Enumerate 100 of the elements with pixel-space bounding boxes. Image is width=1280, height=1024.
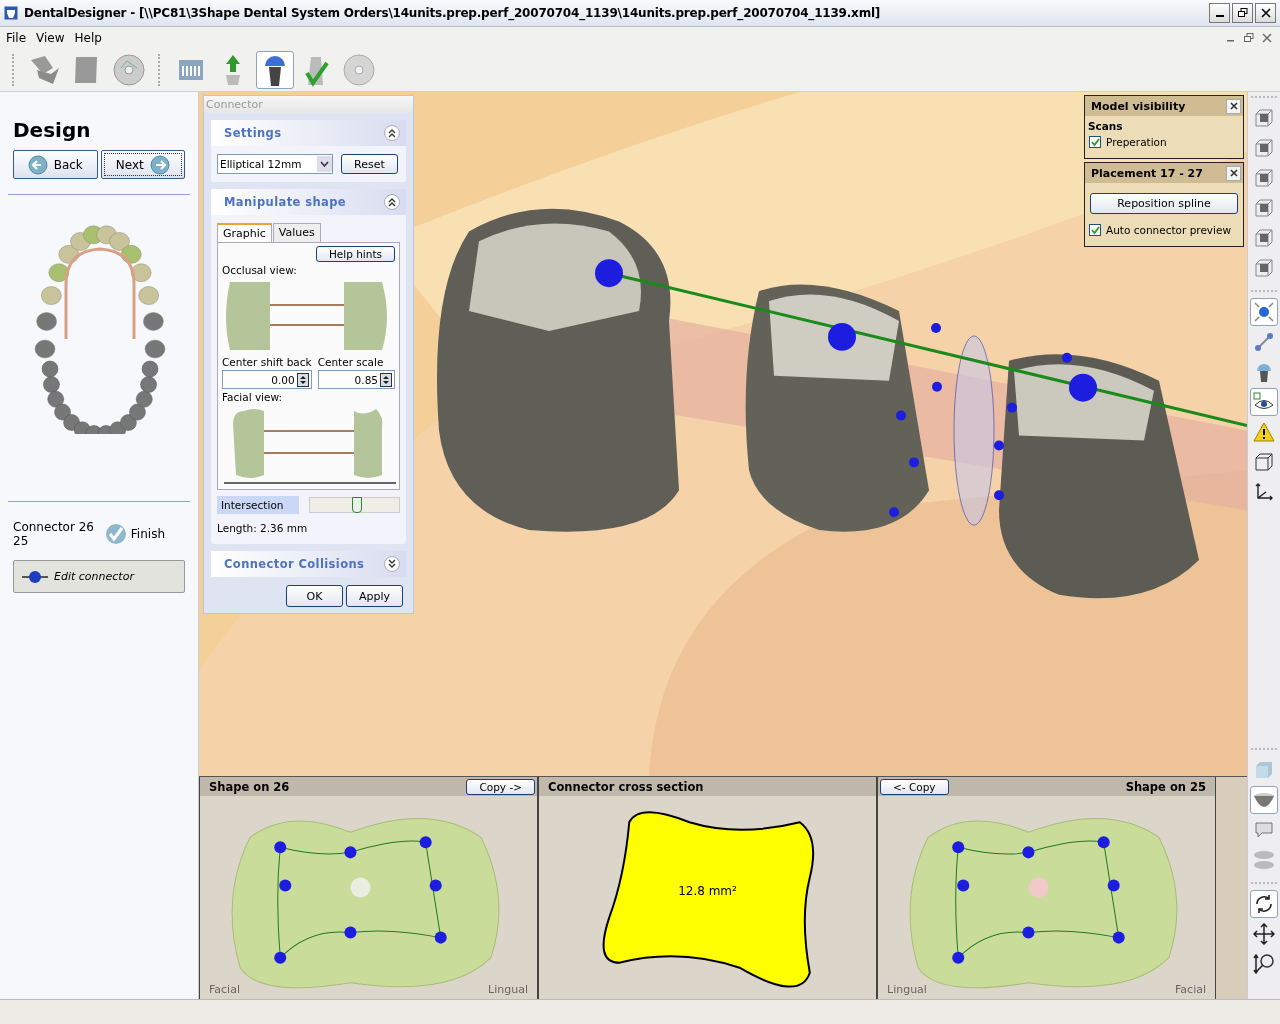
checkbox[interactable] (1089, 224, 1101, 236)
menu-item[interactable]: Help (74, 31, 102, 45)
window-title: DentalDesigner - [\\PC81\3Shape Dental System Orders\14units.prep.perf_20070704_1139\14units.prep.perf_20070704_1139.xml] (24, 6, 882, 20)
ok-button[interactable]: OK (286, 585, 343, 607)
panel-title: Connector cross section (548, 779, 704, 794)
axes-icon (1254, 482, 1274, 502)
section-title: Settings (224, 126, 282, 140)
chevron-icon (387, 197, 397, 207)
minimize-button[interactable] (1209, 3, 1230, 23)
close-icon (1229, 102, 1238, 110)
center-shift-field[interactable]: 0.00 (222, 370, 312, 389)
warning-icon (1253, 422, 1275, 442)
tooth-crown-icon (1254, 361, 1274, 383)
checkbox-label: Preperation (1106, 136, 1167, 148)
chevron-icon (387, 559, 397, 569)
center-scale-field[interactable]: 0.85 (317, 370, 395, 389)
side-label: Lingual (488, 983, 528, 996)
bowl-icon (1253, 792, 1275, 808)
tab[interactable]: Values (272, 223, 321, 242)
intersection-slider[interactable] (309, 497, 400, 513)
disc-icon (343, 54, 375, 86)
center-shift-label: Center shift back (222, 356, 312, 368)
spin-arrows-icon (380, 372, 392, 387)
reposition-spline-button[interactable]: Reposition spline (1090, 193, 1238, 214)
checkmark-icon (104, 523, 127, 545)
side-label: Facial (1175, 983, 1206, 996)
disk-icon (1253, 849, 1275, 871)
reset-button[interactable]: Reset (341, 154, 398, 174)
section-title: Connector Collisions (224, 557, 365, 571)
view-tool-button[interactable] (1250, 890, 1278, 918)
expand-button[interactable] (384, 556, 400, 572)
facial-view-label: Facial view: (222, 391, 284, 403)
panel-title: Placement 17 - 27 (1091, 166, 1203, 180)
app-icon (4, 6, 18, 20)
center-scale-label: Center scale (317, 356, 385, 368)
zoom-fit-icon (1254, 302, 1274, 322)
cube-icon (1254, 228, 1274, 248)
panel-title: Connector (204, 96, 413, 113)
cube-icon (1254, 198, 1274, 218)
slider-thumb[interactable] (352, 497, 363, 513)
panel-title: Shape on 25 (1125, 779, 1206, 794)
connector-label: Connector 26 25 (13, 520, 95, 548)
cube-icon (1254, 138, 1274, 158)
arrow-right-icon (149, 154, 170, 175)
chevron-icon (387, 128, 397, 138)
group-label: Scans (1088, 120, 1124, 132)
close-icon (1260, 8, 1271, 18)
copy-button[interactable]: <- Copy (880, 778, 949, 795)
tab[interactable]: Graphic (217, 223, 272, 242)
occlusal-view-label: Occlusal view: (222, 264, 298, 276)
wireframe-cube-icon (1254, 452, 1274, 472)
checkbox[interactable] (1089, 136, 1101, 148)
collapse-button[interactable] (384, 125, 400, 141)
close-icon (1229, 169, 1238, 177)
restore-icon[interactable] (1244, 33, 1254, 43)
checkbox-label: Auto connector preview (1106, 224, 1232, 236)
shape-dropdown[interactable]: Elliptical 12mm (217, 154, 333, 174)
intersection-label: Intersection (217, 496, 299, 514)
apply-button[interactable]: Apply (346, 585, 403, 607)
cube-icon (1254, 168, 1274, 188)
cube-icon (1254, 258, 1274, 278)
section-title: Manipulate shape (224, 195, 346, 209)
length-label: Length: 2.36 mm (217, 522, 309, 534)
next-button[interactable]: Next (100, 150, 185, 179)
box-icon (1254, 760, 1274, 780)
restore-button[interactable] (1232, 3, 1253, 23)
menu-item[interactable]: File (6, 31, 27, 45)
spin-arrows-icon (296, 372, 309, 387)
speech-bubble-icon (1254, 821, 1274, 839)
toolbar-button[interactable] (256, 51, 294, 89)
close-icon[interactable] (1262, 33, 1272, 43)
view-tool-button[interactable] (1250, 920, 1278, 948)
arrow-left-icon (27, 154, 48, 175)
zoom-icon (1253, 953, 1275, 975)
view-tool-button[interactable] (1250, 388, 1278, 416)
edit-connector-button[interactable]: Edit connector (13, 560, 185, 593)
help-hints-button[interactable]: Help hints (315, 246, 395, 262)
close-button[interactable] (1226, 98, 1241, 114)
minimize-icon (1215, 15, 1224, 17)
back-button[interactable]: Back (13, 150, 98, 179)
side-label: Facial (209, 983, 240, 996)
copy-button[interactable]: Copy -> (466, 778, 535, 795)
collapse-button[interactable] (384, 194, 400, 210)
spline-icon (1254, 332, 1274, 352)
finish-button[interactable]: Finish (98, 522, 171, 546)
menu-item[interactable]: View (36, 31, 65, 45)
cube-icon (1254, 108, 1274, 128)
rotate-icon (1253, 893, 1275, 915)
design-heading: Design (13, 118, 92, 142)
move-arrows-icon (1253, 923, 1275, 945)
eye-icon (1253, 392, 1275, 412)
stacked-sheets-icon (28, 54, 62, 86)
restore-icon (1237, 8, 1248, 18)
side-label: Lingual (887, 983, 927, 996)
upper-teeth[interactable] (34, 225, 166, 359)
disc-icon (113, 54, 145, 86)
close-button[interactable] (1255, 3, 1276, 23)
close-button[interactable] (1226, 165, 1241, 181)
lower-teeth[interactable] (41, 360, 159, 434)
area-value: 12.8 mm² (677, 884, 738, 898)
